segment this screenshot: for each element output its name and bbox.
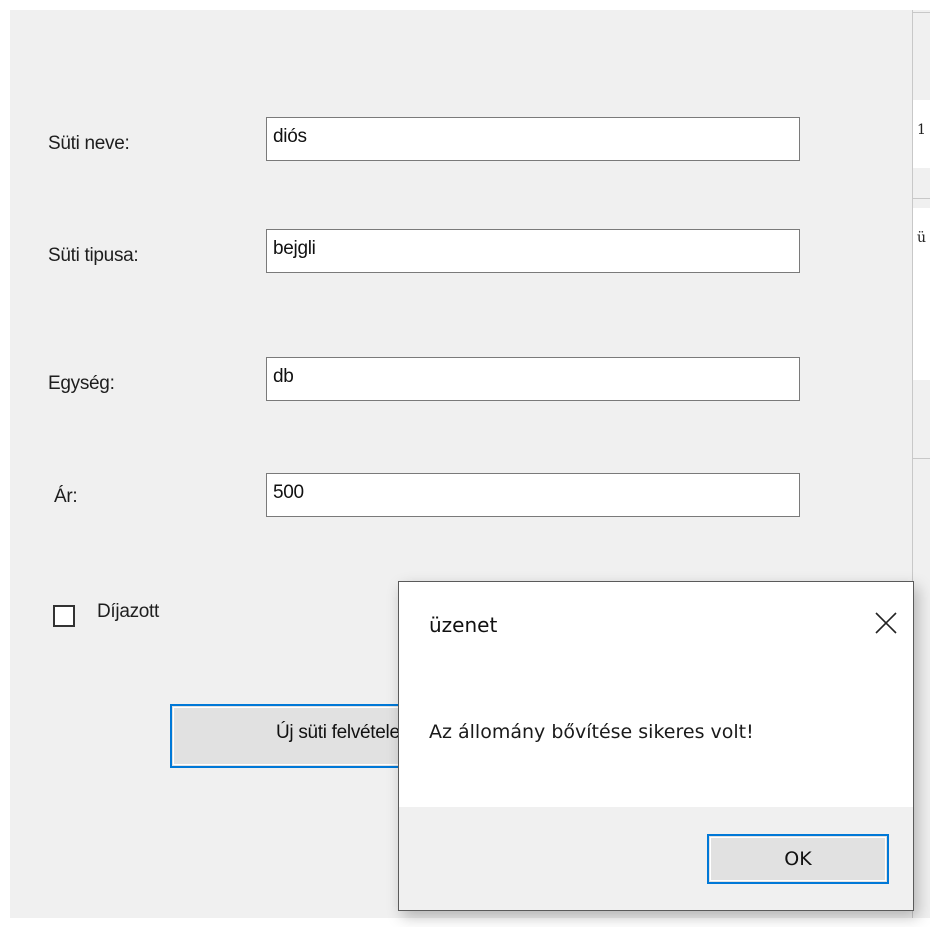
divider — [913, 198, 930, 199]
divider — [913, 458, 930, 459]
background-window-edge: 1 ü — [912, 10, 930, 918]
awarded-label[interactable]: Díjazott — [97, 601, 159, 623]
type-label: Süti tipusa: — [48, 245, 139, 266]
dialog-footer: OK — [399, 807, 913, 910]
close-icon[interactable] — [871, 608, 901, 638]
add-cookie-button[interactable]: Új süti felvétele — [170, 704, 420, 768]
dialog-message: Az állomány bővítése sikeres volt! — [429, 721, 754, 743]
ok-button[interactable]: OK — [707, 834, 889, 884]
add-cookie-button-label: Új süti felvétele — [276, 722, 400, 743]
price-label: Ár: — [54, 486, 78, 507]
ok-button-label: OK — [784, 848, 812, 870]
price-input[interactable]: 500 — [266, 473, 800, 517]
side-glyph-2: ü — [917, 230, 927, 246]
name-input[interactable]: diós — [266, 117, 800, 161]
list-item: 1 — [913, 100, 930, 168]
close-icon-glyph — [875, 612, 897, 634]
dialog-title: üzenet — [429, 613, 498, 637]
awarded-checkbox[interactable] — [53, 605, 75, 627]
divider — [913, 12, 930, 13]
list-item: ü — [913, 208, 930, 380]
type-input[interactable]: bejgli — [266, 229, 800, 273]
unit-input[interactable]: db — [266, 357, 800, 401]
message-dialog: üzenet Az állomány bővítése sikeres volt… — [398, 581, 914, 911]
unit-label: Egység: — [48, 373, 115, 394]
side-glyph-1: 1 — [917, 122, 926, 138]
name-label: Süti neve: — [48, 133, 130, 154]
